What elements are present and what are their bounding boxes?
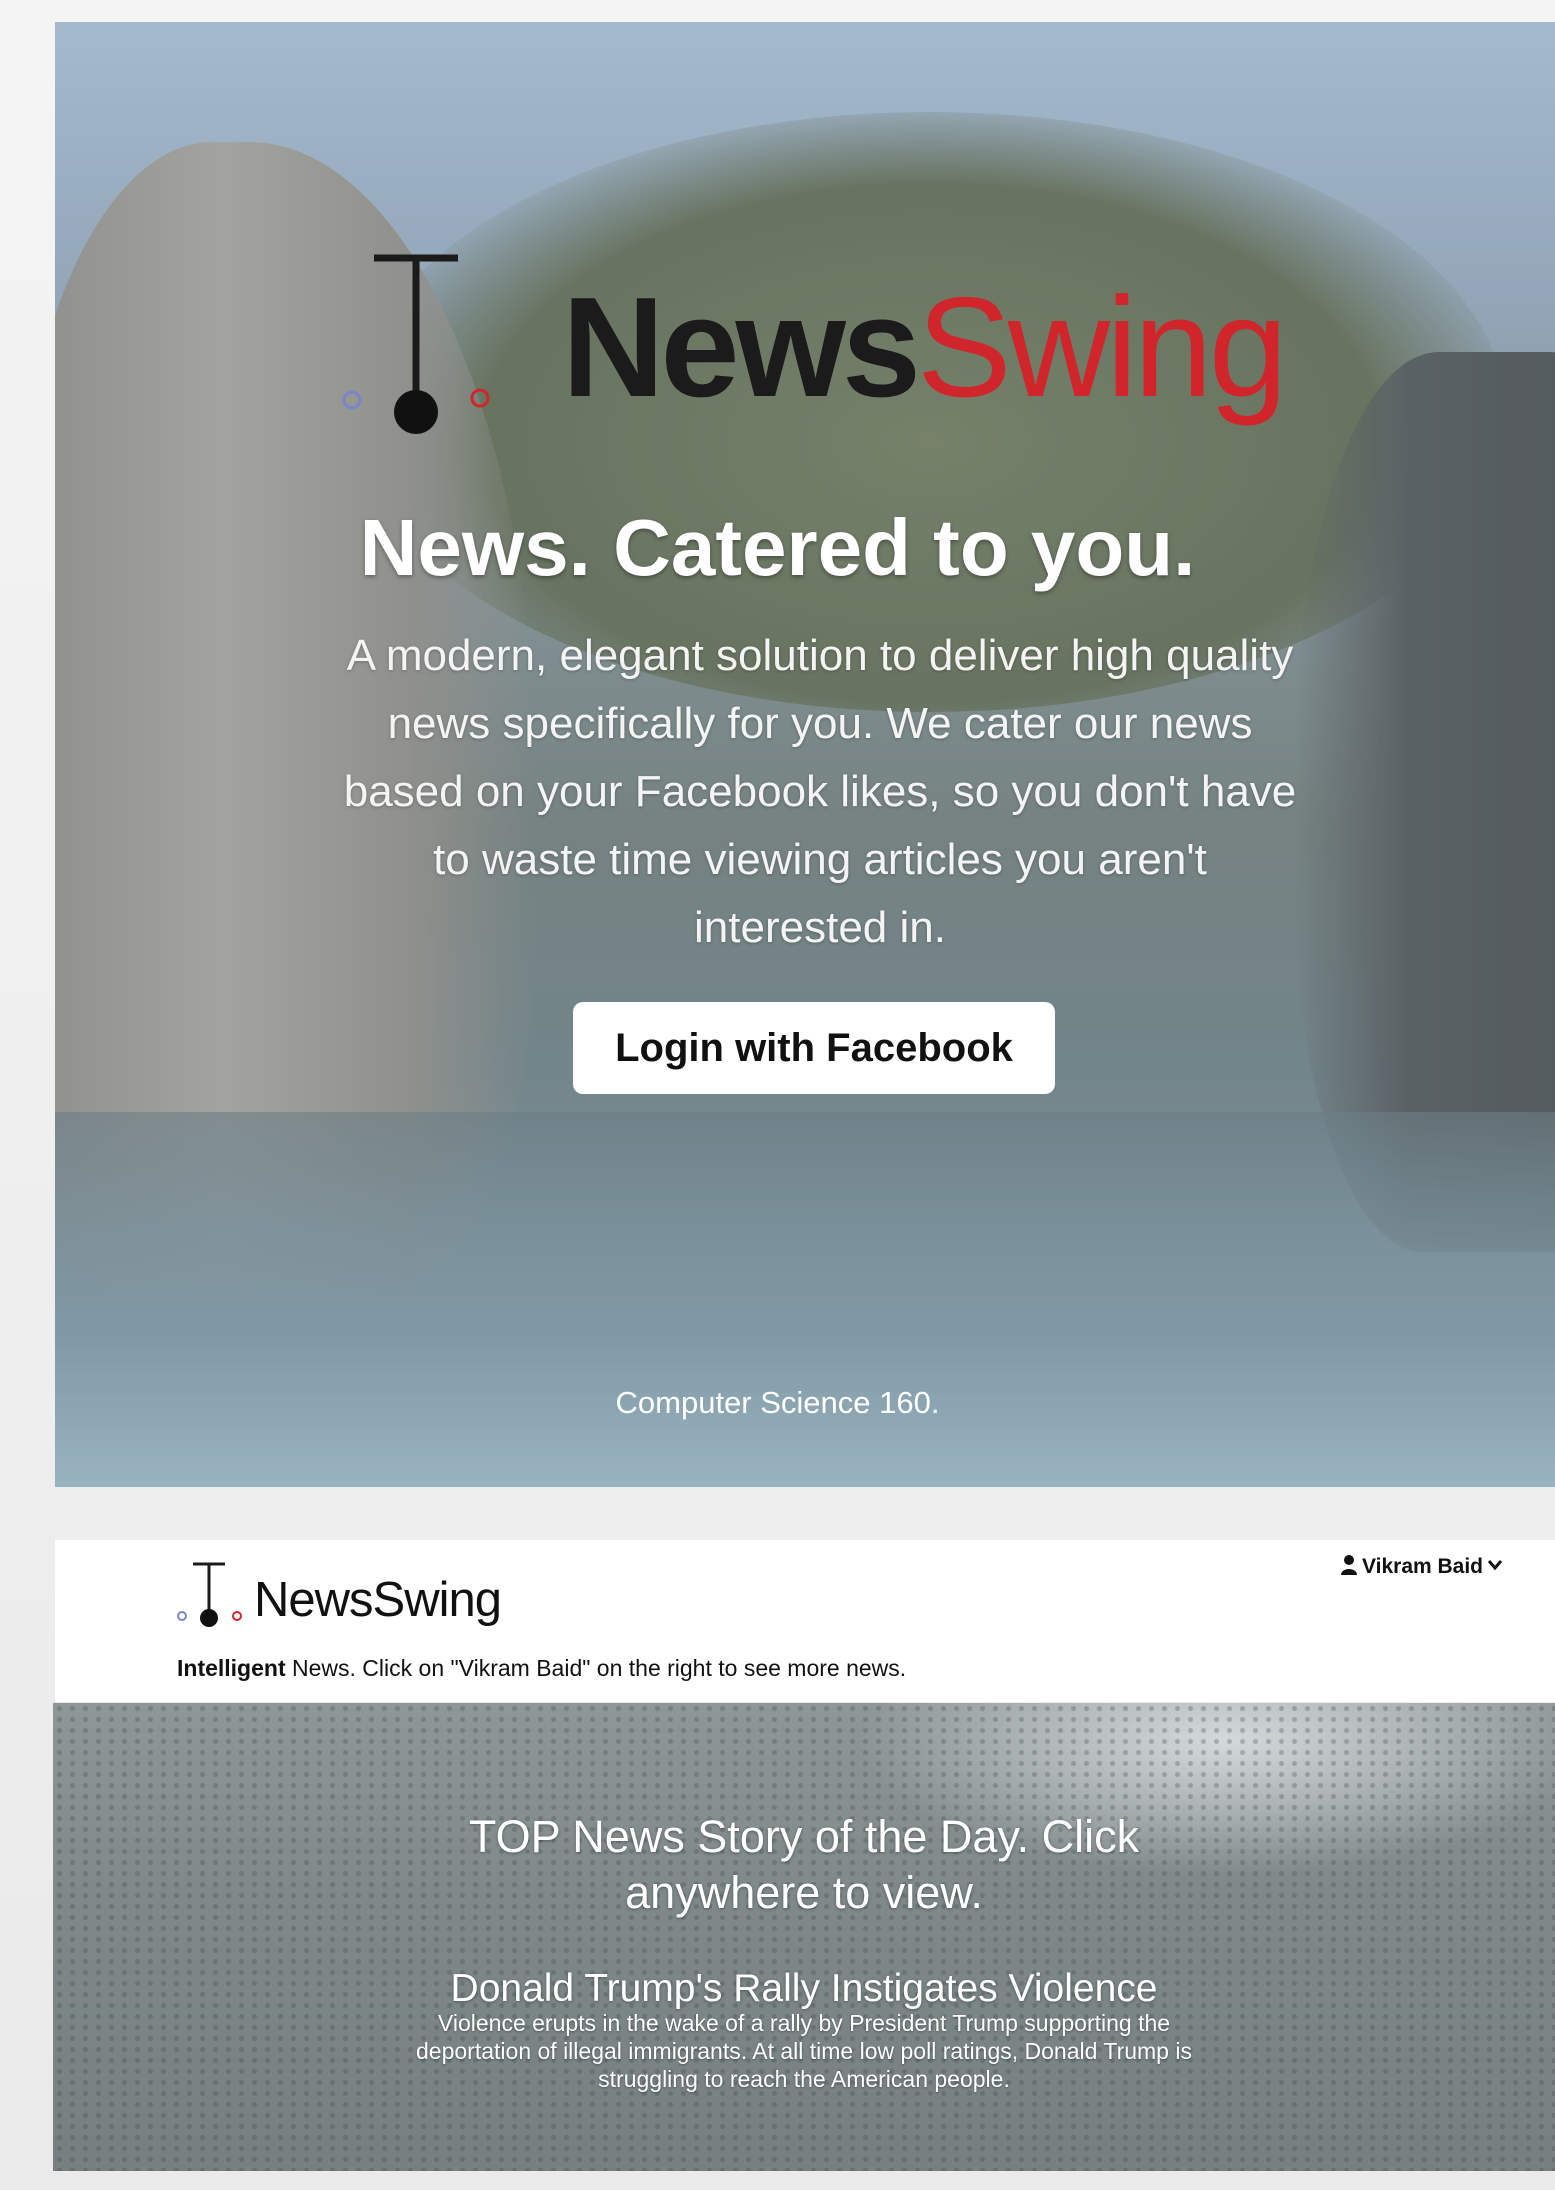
user-icon bbox=[1341, 1555, 1357, 1575]
top-story-title: Donald Trump's Rally Instigates Violence bbox=[450, 1967, 1158, 2010]
hero-footer-text: Computer Science 160. bbox=[615, 1385, 940, 1420]
tagline-bold: Intelligent bbox=[177, 1655, 286, 1681]
top-story-banner[interactable]: TOP News Story of the Day. Click anywher… bbox=[53, 1703, 1555, 2171]
chevron-down-icon bbox=[1487, 1560, 1503, 1571]
brand-news: News bbox=[562, 268, 921, 427]
top-story-kicker: TOP News Story of the Day. Click anywher… bbox=[468, 1811, 1140, 1918]
user-menu-dropdown[interactable]: Vikram Baid bbox=[1340, 1552, 1503, 1582]
top-story-summary: Violence erupts in the wake of a rally b… bbox=[416, 2010, 1192, 2092]
app-brand-name: NewsSwing bbox=[254, 1573, 502, 1627]
user-name: Vikram Baid bbox=[1362, 1555, 1484, 1578]
brand-swing: Swing bbox=[916, 268, 1288, 427]
top-story-overlay bbox=[53, 1703, 1555, 2171]
hero-brand-name: NewsSwing bbox=[562, 268, 1288, 428]
pendulum-logo-icon bbox=[177, 1562, 242, 1627]
hero-headline: News. Catered to you. bbox=[359, 503, 1196, 592]
hero-description: A modern, elegant solution to deliver hi… bbox=[343, 631, 1297, 952]
app-header: NewsSwing Vikram Baid Intelligent News. … bbox=[55, 1540, 1555, 1702]
hero-logo: NewsSwing bbox=[340, 250, 1288, 450]
app-tagline: Intelligent News. Click on "Vikram Baid"… bbox=[177, 1652, 906, 1684]
pendulum-logo-icon bbox=[342, 254, 490, 434]
app-logo[interactable]: NewsSwing bbox=[175, 1560, 595, 1630]
login-with-facebook-button[interactable]: Login with Facebook bbox=[573, 1002, 1055, 1094]
tagline-rest: News. Click on "Vikram Baid" on the righ… bbox=[285, 1655, 907, 1681]
